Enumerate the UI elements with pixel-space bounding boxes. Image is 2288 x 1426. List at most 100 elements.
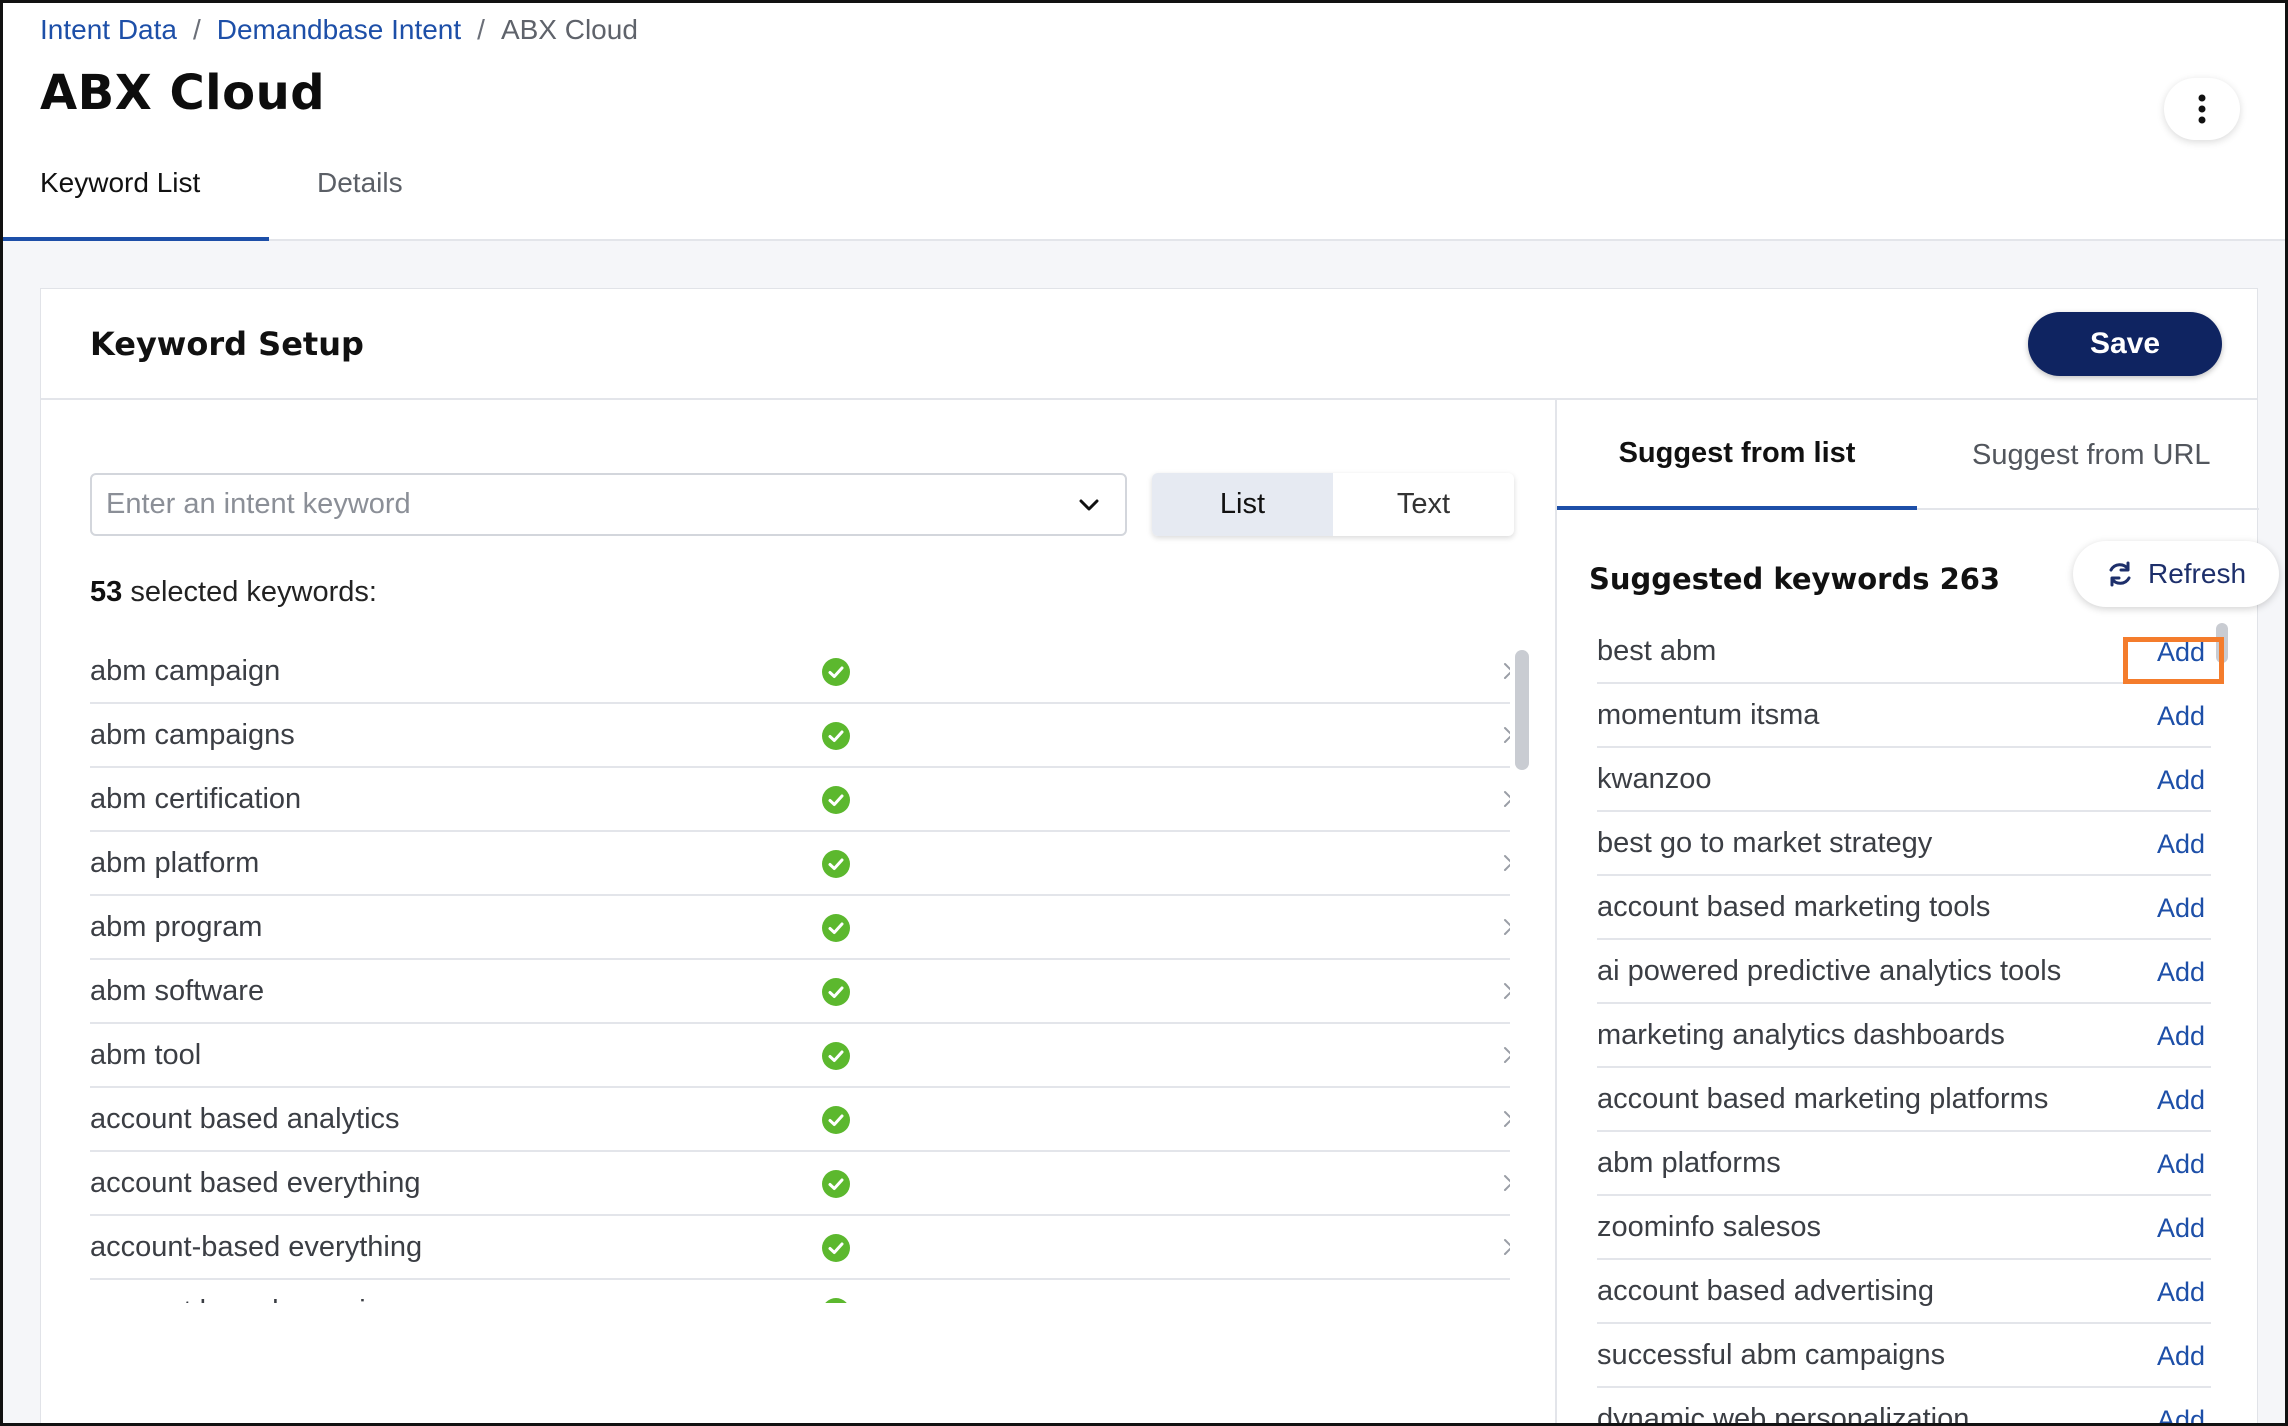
close-icon[interactable] xyxy=(1503,1302,1510,1303)
suggested-keyword-row: ai powered predictive analytics tools Add xyxy=(1597,940,2211,1004)
check-circle-icon xyxy=(822,850,850,878)
add-keyword-button[interactable]: Add xyxy=(2157,701,2205,732)
check-circle-icon xyxy=(822,1106,850,1134)
add-keyword-button[interactable]: Add xyxy=(2157,1405,2205,1423)
add-keyword-button[interactable]: Add xyxy=(2157,1149,2205,1180)
selected-keywords-pane: Enter an intent keyword List Text 53 sel… xyxy=(41,400,1555,1423)
add-keyword-button[interactable]: Add xyxy=(2157,957,2205,988)
selected-keyword-row: abm software xyxy=(90,960,1510,1024)
suggested-keyword-text: best go to market strategy xyxy=(1597,826,1933,859)
suggested-keyword-text: abm platforms xyxy=(1597,1146,1781,1179)
tab-keyword-list[interactable]: Keyword List xyxy=(3,153,269,241)
suggested-keyword-text: dynamic web personalization xyxy=(1597,1402,1970,1426)
suggested-keyword-text: account based advertising xyxy=(1597,1274,1934,1307)
breadcrumb-intent-data[interactable]: Intent Data xyxy=(40,13,177,47)
suggestions-pane: Suggest from list Suggest from URL Sugge… xyxy=(1557,400,2279,1426)
close-icon[interactable] xyxy=(1503,726,1510,744)
add-keyword-button[interactable]: Add xyxy=(2157,829,2205,860)
suggested-keyword-row: marketing analytics dashboards Add xyxy=(1597,1004,2211,1068)
add-keyword-button[interactable]: Add xyxy=(2157,765,2205,796)
check-circle-icon xyxy=(822,1042,850,1070)
suggested-keywords-title: Suggested keywords 263 xyxy=(1589,562,2001,596)
selected-keyword-row: abm certification xyxy=(90,768,1510,832)
add-keyword-button[interactable]: Add xyxy=(2157,1021,2205,1052)
close-icon[interactable] xyxy=(1503,1046,1510,1064)
suggested-keyword-row: kwanzoo Add xyxy=(1597,748,2211,812)
suggested-keyword-row: abm platforms Add xyxy=(1597,1132,2211,1196)
tab-suggest-from-url[interactable]: Suggest from URL xyxy=(1917,400,2211,510)
card-title: Keyword Setup xyxy=(90,325,364,363)
check-circle-icon xyxy=(822,978,850,1006)
breadcrumb-current: ABX Cloud xyxy=(500,14,638,45)
breadcrumb-separator: / xyxy=(477,14,485,45)
tab-details[interactable]: Details xyxy=(269,153,451,241)
breadcrumb-demandbase-intent[interactable]: Demandbase Intent xyxy=(217,13,461,47)
suggested-keyword-text: marketing analytics dashboards xyxy=(1597,1018,2005,1051)
keyword-text: abm certification xyxy=(90,782,302,815)
suggested-keyword-row: account based marketing tools Add xyxy=(1597,876,2211,940)
view-toggle-text[interactable]: Text xyxy=(1333,473,1514,536)
add-keyword-button[interactable]: Add xyxy=(2157,1085,2205,1116)
save-button[interactable]: Save xyxy=(2028,312,2222,376)
selected-keyword-list: abm campaign abm campaigns abm certificati… xyxy=(90,640,1510,1303)
card-header: Keyword Setup Save xyxy=(41,289,2257,400)
add-keyword-button[interactable]: Add xyxy=(2157,637,2205,668)
close-icon[interactable] xyxy=(1503,854,1510,872)
suggested-keyword-text: momentum itsma xyxy=(1597,698,1820,731)
selected-keyword-row: account based everything xyxy=(90,1152,1510,1216)
suggested-keyword-row: successful abm campaigns Add xyxy=(1597,1324,2211,1388)
check-circle-icon xyxy=(825,1298,847,1303)
chevron-down-icon[interactable] xyxy=(1077,493,1101,517)
scrollbar-thumb[interactable] xyxy=(1515,650,1529,770)
add-keyword-button[interactable]: Add xyxy=(2157,1213,2205,1244)
selected-keyword-row: account based analytics xyxy=(90,1088,1510,1152)
keyword-text: abm campaign xyxy=(90,654,281,687)
suggested-keyword-text: account based marketing tools xyxy=(1597,890,1991,923)
selected-keyword-row: abm program xyxy=(90,896,1510,960)
keyword-text: account based analytics xyxy=(90,1102,400,1135)
refresh-icon xyxy=(2109,561,2131,587)
suggested-keyword-row: zoominfo salesos Add xyxy=(1597,1196,2211,1260)
close-icon[interactable] xyxy=(1503,982,1510,1000)
refresh-button[interactable]: Refresh xyxy=(2073,541,2279,607)
view-toggle: List Text xyxy=(1152,473,1514,536)
keyword-input[interactable]: Enter an intent keyword xyxy=(90,473,1127,536)
suggested-keyword-text: ai powered predictive analytics tools xyxy=(1597,954,2062,987)
keyword-setup-card: Keyword Setup Save Enter an intent keywo… xyxy=(40,288,2279,1426)
suggested-keyword-text: best abm xyxy=(1597,634,1717,667)
app-frame: Intent Data / Demandbase Intent / ABX Cl… xyxy=(0,0,2288,1426)
selected-count-label: selected keywords: xyxy=(122,576,377,608)
more-options-button[interactable] xyxy=(2164,78,2240,140)
keyword-text: abm software xyxy=(90,974,265,1007)
add-keyword-button[interactable]: Add xyxy=(2157,1341,2205,1372)
view-toggle-list[interactable]: List xyxy=(1152,473,1333,536)
close-icon[interactable] xyxy=(1503,1174,1510,1192)
close-icon[interactable] xyxy=(1503,1238,1510,1256)
selected-keyword-row: abm campaign xyxy=(90,640,1510,704)
add-keyword-button[interactable]: Add xyxy=(2157,893,2205,924)
close-icon[interactable] xyxy=(1503,790,1510,808)
suggestions-scrollbar[interactable] xyxy=(2216,623,2228,663)
check-circle-icon xyxy=(822,786,850,814)
refresh-label: Refresh xyxy=(2147,558,2247,589)
breadcrumb: Intent Data / Demandbase Intent / ABX Cl… xyxy=(40,13,638,47)
keyword-text: abm tool xyxy=(90,1038,202,1071)
check-circle-icon xyxy=(822,914,850,942)
suggested-keyword-row: best abm Add xyxy=(1597,620,2211,684)
keyword-list-scrollbar[interactable] xyxy=(1515,650,1529,1310)
close-icon[interactable] xyxy=(1503,918,1510,936)
tab-suggest-from-list[interactable]: Suggest from list xyxy=(1557,400,1917,510)
selected-keyword-row: account based experience xyxy=(90,1280,1510,1303)
check-circle-icon xyxy=(822,658,850,686)
close-icon[interactable] xyxy=(1503,662,1510,680)
suggested-keyword-row: best go to market strategy Add xyxy=(1597,812,2211,876)
add-keyword-button[interactable]: Add xyxy=(2157,1277,2205,1308)
page-tabs: Keyword List Details xyxy=(3,153,451,241)
suggested-keyword-row: dynamic web personalization Add xyxy=(1597,1388,2211,1426)
suggested-keyword-text: kwanzoo xyxy=(1597,762,1712,795)
check-circle-icon xyxy=(822,1170,850,1198)
breadcrumb-separator: / xyxy=(192,14,201,45)
close-icon[interactable] xyxy=(1503,1110,1510,1128)
suggest-tabs: Suggest from list Suggest from URL xyxy=(1557,400,2259,510)
selected-count-number: 53 xyxy=(90,576,123,608)
